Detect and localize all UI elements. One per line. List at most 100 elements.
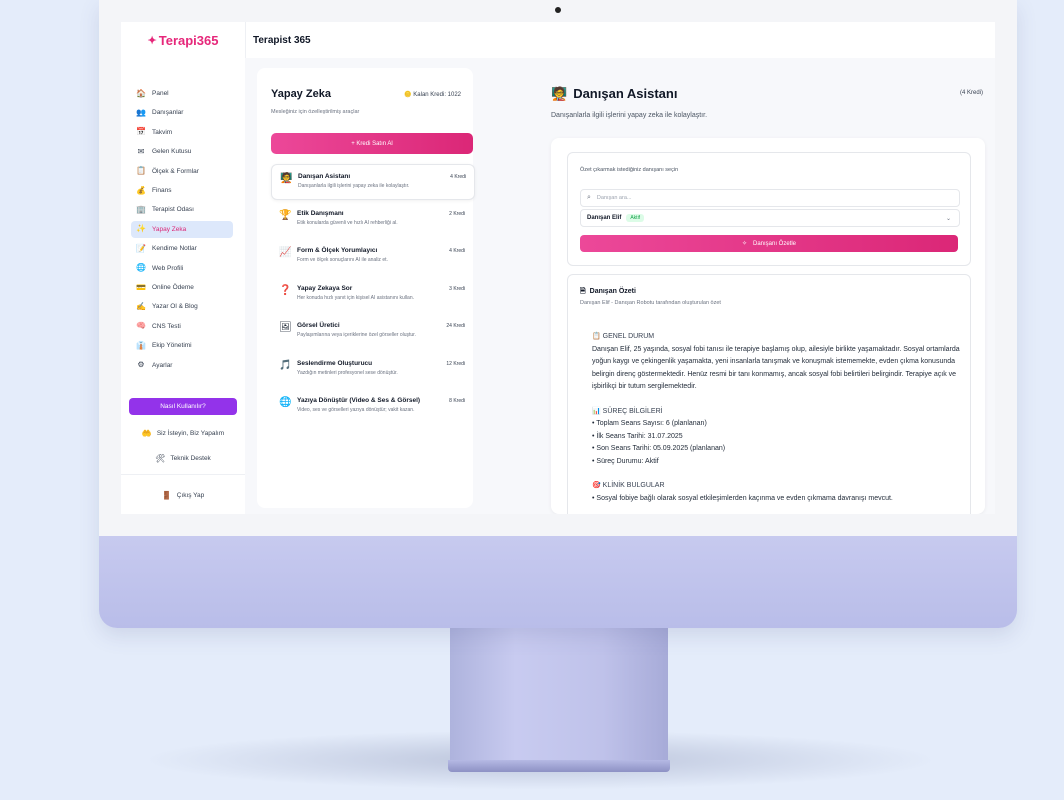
summarize-button[interactable]: ✧ Danışanı Özetle — [580, 235, 958, 252]
search-icon: ⌕ — [587, 194, 591, 201]
assistant-card: Özet çıkarmak istediğiniz danışanı seçin… — [551, 138, 985, 514]
sidebar-item-13[interactable]: 👔 Ekip Yönetimi — [131, 337, 233, 354]
support-label: Teknik Destek — [170, 455, 211, 462]
transcribe-icon: 🌐 — [279, 397, 292, 408]
tool-name: Yazıya Dönüştür (Video & Ses & Görsel) — [297, 397, 421, 404]
forms-icon: 📋 — [136, 166, 146, 176]
sidebar-item-11[interactable]: ✍ Yazar Ol & Blog — [131, 298, 233, 315]
tool-description: Yazdığın metinleri profesyonel sese dönü… — [297, 369, 398, 376]
sidebar-item-0[interactable]: 🏠 Panel — [131, 85, 233, 102]
payment-icon: 💳 — [136, 282, 146, 292]
status-badge: Aktif — [626, 214, 645, 222]
ai-tool-item[interactable]: 🌐 Yazıya Dönüştür (Video & Ses & Görsel) V… — [271, 389, 473, 423]
buy-credit-button[interactable]: + Kredi Satın Al — [271, 133, 473, 154]
blog-icon: ✍ — [136, 301, 146, 311]
ask-ai-icon: ❓ — [279, 284, 292, 296]
sidebar-item-6[interactable]: 🏢 Terapist Odası — [131, 201, 233, 218]
sparkle-icon: ✧ — [741, 241, 747, 247]
room-icon: 🏢 — [136, 204, 146, 214]
home-icon: 🏠 — [136, 88, 146, 98]
ai-tool-item[interactable]: 🖼 Görsel Üretici Paylaşımlarına veya içeri… — [271, 314, 473, 348]
tool-cost: 8 Kredi — [449, 398, 465, 404]
sidebar-item-14[interactable]: ⚙ Ayarlar — [131, 357, 233, 374]
tool-name: Form & Ölçek Yorumlayıcı — [297, 247, 378, 254]
summarize-label: Danışanı Özetle — [753, 240, 797, 247]
inbox-icon: ✉ — [137, 146, 145, 156]
request-link[interactable]: 🤲 Siz İsteyin, Biz Yapalım — [121, 429, 245, 438]
assistant-icon: 🧑‍🏫 — [551, 86, 568, 101]
process-line: • Toplam Seans Sayısı: 6 (planlanan) — [592, 420, 707, 427]
main-content: Yapay Zeka Mesleğiniz için özelleştirilm… — [245, 58, 995, 514]
tool-name: Danışan Asistanı — [298, 173, 351, 180]
sidebar-item-label: Panel — [152, 90, 169, 97]
process-lines: • Toplam Seans Sayısı: 6 (planlanan) • İl… — [592, 418, 962, 468]
sidebar-item-4[interactable]: 📋 Ölçek & Formlar — [131, 163, 233, 180]
logo[interactable]: ✦ Terapi365 — [121, 22, 246, 59]
sidebar-item-7[interactable]: ✨ Yapay Zeka — [131, 220, 233, 238]
summary-body: 📋 GENEL DURUM Danışan Elif, 25 yaşında, … — [592, 331, 962, 505]
clinical-line: • Sosyal fobiye bağlı olarak sosyal etki… — [592, 494, 893, 502]
client-select-box: Özet çıkarmak istediğiniz danışanı seçin… — [567, 152, 971, 266]
sidebar-item-10[interactable]: 💳 Online Ödeme — [131, 279, 233, 296]
camera-icon — [555, 7, 561, 13]
request-icon: 🤲 — [141, 429, 152, 438]
process-header: 📊 SÜREÇ BİLGİLERİ — [592, 407, 663, 415]
sidebar-item-9[interactable]: 🌐 Web Profili — [131, 260, 233, 277]
sidebar-item-label: Yazar Ol & Blog — [152, 303, 198, 311]
sidebar-item-3[interactable]: ✉ Gelen Kutusu — [131, 143, 233, 160]
tool-cost: 2 Kredi — [449, 210, 465, 217]
sidebar-item-label: Gelen Kutusu — [152, 148, 192, 156]
sidebar-item-1[interactable]: 👥 Danışanlar — [131, 104, 233, 121]
tool-cost: 24 Kredi — [446, 323, 465, 329]
clients-icon: 👥 — [136, 107, 146, 117]
assistant-title: 🧑‍🏫 Danışan Asistanı — [551, 86, 677, 102]
process-line: • Son Seans Tarihi: 05.09.2025 (planlana… — [592, 445, 726, 452]
coin-icon: 🪙 — [404, 92, 412, 98]
sidebar-item-label: Web Profili — [152, 264, 184, 272]
tool-name: Seslendirme Oluşturucu — [297, 359, 373, 367]
support-link[interactable]: 🛠 Teknik Destek — [121, 454, 245, 463]
client-search-input[interactable]: ⌕ Danışan ara... — [580, 189, 960, 207]
cns-icon: 🧠 — [136, 321, 146, 331]
ai-tool-item[interactable]: 🎵 Seslendirme Oluşturucu Yazdığın metinler… — [271, 352, 473, 386]
tool-name: Etik Danışmanı — [297, 209, 344, 217]
sidebar-item-label: Finans — [152, 187, 172, 194]
tool-description: Video, ses ve görselleri yazıya dönüştür… — [297, 407, 415, 413]
ai-tool-item[interactable]: 🧑‍🏫 Danışan Asistanı Danışanlarla ilgili i… — [271, 164, 475, 200]
assistant-icon: 🧑‍🏫 — [280, 173, 293, 184]
how-to-use-button[interactable]: Nasıl Kullanılır? — [129, 398, 237, 415]
tool-description: Etik konularda güvenli ve hızlı AI rehbe… — [297, 219, 398, 226]
sidebar-item-label: Yapay Zeka — [152, 225, 187, 233]
process-line: • İlk Seans Tarihi: 31.07.2025 — [592, 432, 683, 440]
tool-cost: 12 Kredi — [446, 360, 465, 367]
ai-tool-item[interactable]: 🏆 Etik Danışmanı Etik konularda güvenli ve… — [271, 202, 473, 236]
tool-cost: 4 Kredi — [449, 248, 465, 254]
divider — [121, 474, 245, 475]
web-icon: 🌐 — [136, 263, 146, 273]
logout-button[interactable]: 🚪 Çıkış Yap — [121, 491, 245, 500]
summary-title-text: Danışan Özeti — [589, 288, 636, 295]
remaining-credit-text: Kalan Kredi: 1022 — [413, 92, 461, 98]
page-title: Terapist 365 — [253, 34, 311, 46]
sidebar-item-12[interactable]: 🧠 CNS Testi — [131, 318, 233, 335]
page-header: Terapist 365 — [245, 22, 995, 59]
sidebar-item-2[interactable]: 📅 Takvim — [131, 124, 233, 141]
document-icon: 🗎 — [580, 288, 586, 295]
ai-tool-item[interactable]: ❓ Yapay Zekaya Sor Her konuda hızlı yanıt … — [271, 277, 473, 311]
assistant-title-text: Danışan Asistanı — [573, 86, 678, 101]
sidebar-item-5[interactable]: 💰 Finans — [131, 182, 233, 199]
monitor-stand — [450, 628, 668, 768]
process-line: • Süreç Durumu: Aktif — [592, 457, 659, 465]
client-select[interactable]: Danışan Elif Aktif ⌄ — [580, 209, 960, 227]
form-scale-icon: 📈 — [279, 247, 292, 258]
tool-description: Paylaşımlarına veya içeriklerine özel gö… — [297, 332, 416, 338]
monitor-bezel: ✦ Terapi365 Terapist 365 🏠 Panel 👥 Danışanl… — [99, 0, 1017, 536]
assistant-subtitle: Danışanlarla ilgili işlerini yapay zeka … — [551, 112, 708, 119]
tool-description: Danışanlarla ilgili işlerini yapay zeka … — [298, 183, 410, 189]
general-header: 📋 GENEL DURUM — [592, 333, 655, 340]
logout-icon: 🚪 — [161, 491, 172, 500]
sidebar-item-8[interactable]: 📝 Kendime Notlar — [131, 240, 233, 257]
ai-tool-item[interactable]: 📈 Form & Ölçek Yorumlayıcı Form ve ölçek s… — [271, 239, 473, 273]
tool-cost: 4 Kredi — [450, 174, 466, 180]
